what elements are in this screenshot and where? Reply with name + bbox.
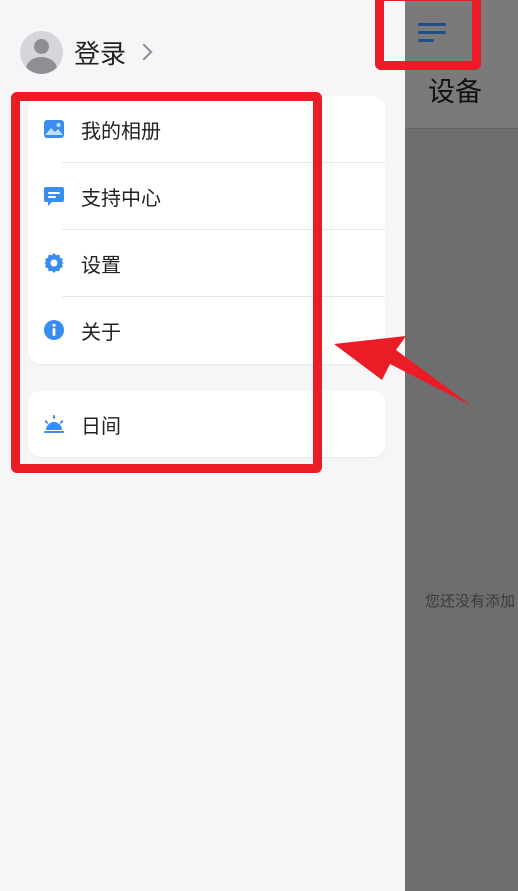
chevron-right-icon [135, 43, 153, 61]
annotation-box-menu-button [375, 0, 481, 70]
page-title: 设备 [428, 77, 482, 108]
annotation-arrow-icon [334, 336, 472, 406]
login-label: 登录 [74, 39, 127, 70]
empty-state-text: 您还没有添加 [425, 592, 516, 610]
annotation-box-menu-list [11, 92, 322, 473]
avatar [20, 30, 63, 74]
login-row[interactable]: 登录 [20, 30, 153, 74]
